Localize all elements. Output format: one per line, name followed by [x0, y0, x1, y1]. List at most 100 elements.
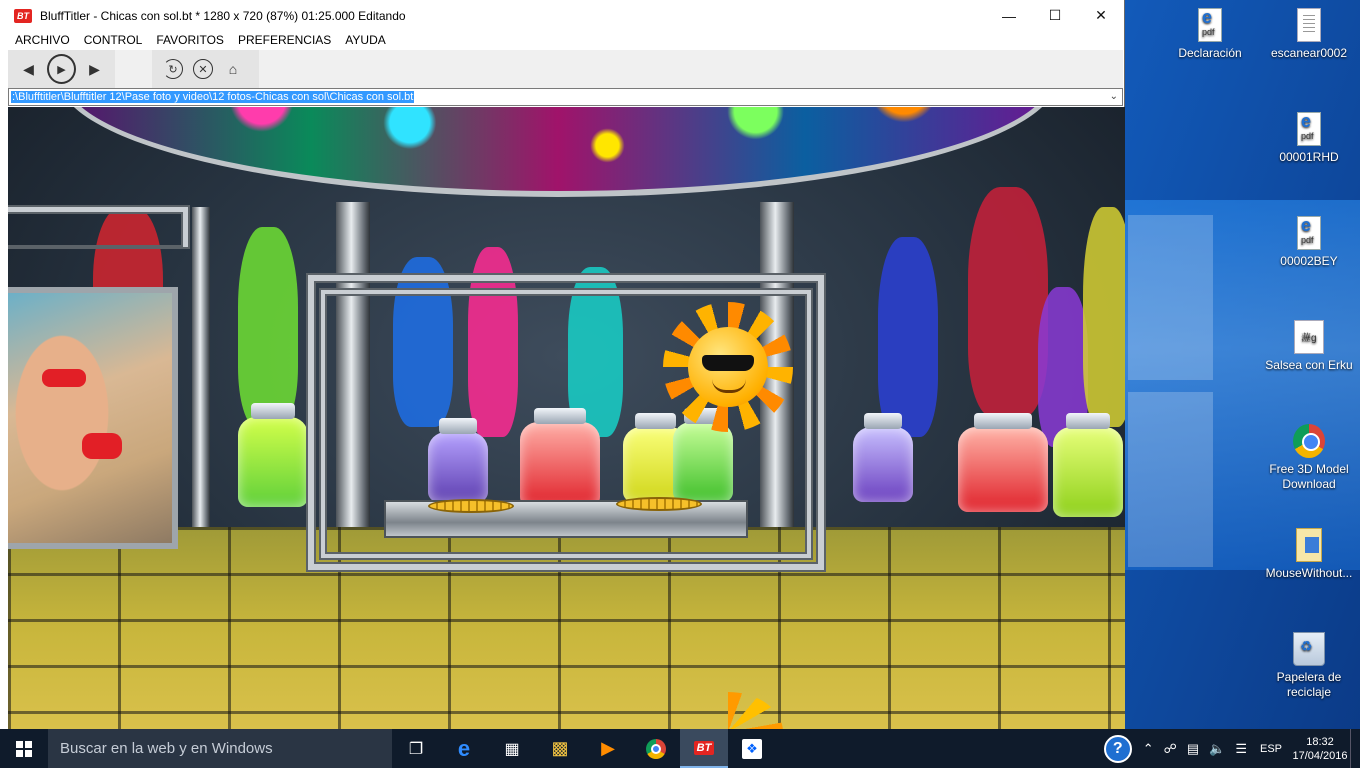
- dropbox-logo: ❖: [742, 738, 762, 759]
- chevron-up-icon[interactable]: ⌃: [1138, 741, 1159, 757]
- blufftitler-window: BT BluffTitler - Chicas con sol.bt * 128…: [0, 0, 1125, 729]
- paint-jar: [1053, 413, 1123, 517]
- paint-figure: [1083, 207, 1125, 427]
- paint-jar: [853, 413, 913, 502]
- desktop-icon-00002bey[interactable]: 00002BEY: [1261, 216, 1357, 269]
- chrome-icon-center: [651, 743, 661, 754]
- menu-favoritos[interactable]: FAVORITOS: [149, 33, 231, 47]
- desktop-icon-label: 00002BEY: [1280, 254, 1338, 268]
- navigation-controls: ↻ ✕ ⌂: [152, 50, 259, 88]
- pdf-file-icon: [1198, 8, 1222, 42]
- desktop-icon-escanear0002[interactable]: escanear0002: [1261, 8, 1357, 61]
- pdf-file-icon: [1297, 112, 1321, 146]
- bubble-ceiling: [58, 107, 1058, 197]
- desktop-icon-00001rhd[interactable]: 00001RHD: [1261, 112, 1357, 165]
- desktop-icon-label: Papelera de reciclaje: [1276, 670, 1342, 699]
- edge-browser-icon[interactable]: e: [440, 729, 488, 768]
- taskbar: Buscar en la web y en Windows ❐ e ▦ ▩ ▶ …: [0, 729, 1360, 768]
- play-icon[interactable]: ▶: [46, 54, 77, 84]
- menu-ayuda[interactable]: AYUDA: [338, 33, 392, 47]
- blufftitler-logo-icon: BT: [14, 8, 32, 23]
- task-view-icon[interactable]: ❐: [392, 729, 440, 768]
- render-viewport[interactable]: [8, 107, 1125, 729]
- desktop-icon-label: Salsea con Erku: [1265, 358, 1353, 372]
- clock-time: 18:32: [1306, 735, 1334, 748]
- monitor-icon[interactable]: ▤: [1182, 741, 1204, 757]
- photo-detail: [42, 369, 86, 387]
- toolbar: ◀ ▶ ▶ ↻ ✕ ⌂: [8, 50, 1123, 88]
- chrome-icon: [1293, 424, 1325, 458]
- gold-coin-row: [428, 499, 514, 513]
- sun-smile: [712, 379, 746, 393]
- paint-figure: [968, 187, 1048, 417]
- network-share-icon[interactable]: ☍: [1159, 741, 1182, 757]
- media-player-icon[interactable]: ▶: [584, 729, 632, 768]
- taskbar-search-box[interactable]: Buscar en la web y en Windows: [48, 729, 392, 768]
- minimize-button[interactable]: —: [986, 0, 1032, 31]
- refresh-icon[interactable]: ↻: [163, 59, 183, 79]
- title-bar[interactable]: BT BluffTitler - Chicas con sol.bt * 128…: [0, 0, 1124, 31]
- blufftitler-taskbar-logo: BT: [693, 740, 715, 755]
- close-button[interactable]: ✕: [1078, 0, 1124, 31]
- desktop-icon-label: Free 3D Model Download: [1269, 462, 1349, 491]
- desktop-icon-label: MouseWithout...: [1265, 566, 1353, 580]
- input-language[interactable]: ESP: [1252, 743, 1290, 755]
- notifications-icon[interactable]: ☰: [1230, 741, 1252, 757]
- document-icon: [1297, 8, 1321, 42]
- desktop-icon-declaracion[interactable]: Declaración: [1162, 8, 1258, 61]
- back-arrow-icon[interactable]: ◀: [14, 54, 43, 84]
- stop-icon[interactable]: ✕: [193, 59, 213, 79]
- menu-archivo[interactable]: ARCHIVO: [8, 33, 77, 47]
- chrome-icon: [646, 738, 666, 759]
- dropbox-icon[interactable]: ❖: [728, 729, 776, 768]
- desktop-icon-recycle-bin[interactable]: Papelera de reciclaje: [1261, 632, 1357, 700]
- show-desktop-button[interactable]: [1350, 729, 1360, 768]
- menu-control[interactable]: CONTROL: [77, 33, 150, 47]
- desktop-icon-label: Declaración: [1178, 46, 1242, 60]
- file-path-text: :\Blufftitler\Blufftitler 12\Pase foto y…: [11, 91, 415, 103]
- paint-jar: [958, 413, 1048, 512]
- help-icon[interactable]: ?: [1103, 734, 1132, 763]
- desktop-icon-label: 00001RHD: [1279, 150, 1339, 164]
- recycle-bin-icon: [1293, 632, 1325, 666]
- desktop-icon-salsea-con-erku[interactable]: Salsea con Erku: [1261, 320, 1357, 373]
- file-explorer-icon[interactable]: ▩: [536, 729, 584, 768]
- system-clock[interactable]: 18:32 17/04/2016: [1290, 735, 1350, 763]
- sun-face: [688, 327, 768, 407]
- windows-logo-icon: [16, 740, 32, 757]
- file-path-field[interactable]: :\Blufftitler\Blufftitler 12\Pase foto y…: [8, 88, 1123, 106]
- volume-icon[interactable]: 🔈: [1204, 741, 1230, 757]
- sun-emoji-graphic: [663, 302, 793, 432]
- photo-detail: [82, 433, 122, 459]
- metal-frame: [8, 207, 188, 247]
- paint-figure: [238, 227, 298, 427]
- system-tray: ? ⌃ ☍ ▤ 🔈 ☰ ESP 18:32 17/04/2016: [1103, 729, 1360, 768]
- gold-coin-row: [616, 497, 702, 511]
- chevron-down-icon[interactable]: ⌄: [1110, 89, 1118, 105]
- desktop-icon-label: escanear0002: [1270, 46, 1348, 60]
- menu-preferencias[interactable]: PREFERENCIAS: [231, 33, 338, 47]
- home-icon[interactable]: ⌂: [218, 54, 248, 84]
- store-icon[interactable]: ▦: [488, 729, 536, 768]
- clock-date: 17/04/2016: [1292, 749, 1348, 762]
- blufftitler-taskbar-icon[interactable]: BT: [680, 729, 728, 768]
- chrome-taskbar-icon[interactable]: [632, 729, 680, 768]
- sunglasses-graphic: [702, 355, 754, 371]
- forward-arrow-icon[interactable]: ▶: [80, 54, 109, 84]
- window-title: BluffTitler - Chicas con sol.bt * 1280 x…: [40, 8, 406, 23]
- wallpaper-window-pane: [1128, 392, 1213, 567]
- bg-file-icon: [1294, 320, 1324, 354]
- pdf-file-icon: [1297, 216, 1321, 250]
- maximize-button[interactable]: ☐: [1032, 0, 1078, 31]
- installer-file-icon: [1296, 528, 1322, 562]
- start-button[interactable]: [0, 729, 48, 768]
- playback-controls: ◀ ▶ ▶: [8, 50, 115, 88]
- wallpaper-window-pane: [1128, 215, 1213, 380]
- photo-panel: [8, 287, 178, 549]
- menu-bar: ARCHIVO CONTROL FAVORITOS PREFERENCIAS A…: [0, 31, 1124, 49]
- paint-jar: [238, 403, 308, 507]
- search-placeholder: Buscar en la web y en Windows: [60, 740, 273, 757]
- desktop-icon-mousewithout[interactable]: MouseWithout...: [1261, 528, 1357, 581]
- desktop-icon-free-3d-model[interactable]: Free 3D Model Download: [1261, 424, 1357, 492]
- paint-figure: [878, 237, 938, 437]
